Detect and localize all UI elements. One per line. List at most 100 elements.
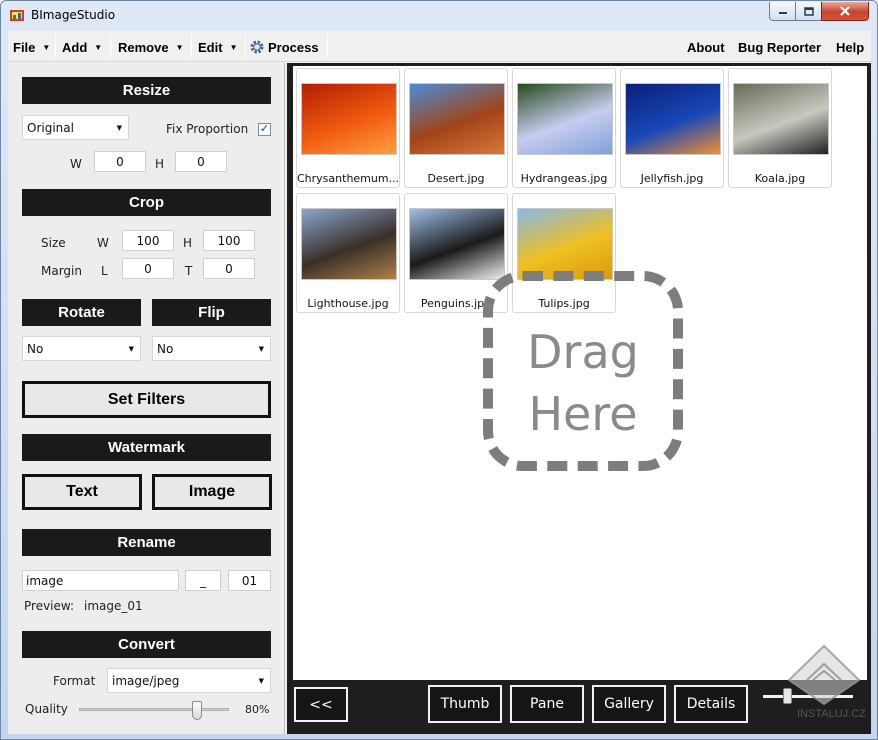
drop-zone-line-2: Here bbox=[528, 387, 638, 441]
thumbnail-caption: Jellyfish.jpg bbox=[640, 172, 704, 185]
thumbnail-item[interactable]: Koala.jpg bbox=[728, 68, 832, 188]
thumbnail-gallery[interactable]: Chrysanthemum... Desert.jpg Hydrangeas.jpg… bbox=[293, 66, 867, 680]
app-window: BImageStudio File ▼ Add ▼ Remove ▼ Edit ▼ bbox=[0, 0, 878, 740]
gear-icon bbox=[250, 40, 264, 54]
flip-select[interactable]: No ▼ bbox=[152, 336, 271, 361]
thumbnail-image bbox=[625, 83, 721, 155]
thumbnail-image bbox=[409, 208, 505, 280]
resize-mode-select[interactable]: Original ▼ bbox=[22, 115, 129, 140]
drop-zone-text: Drag Here bbox=[493, 321, 673, 445]
site-watermark: INSTALUJ.CZ bbox=[785, 644, 866, 726]
format-select[interactable]: image/jpeg ▼ bbox=[107, 668, 271, 693]
fix-proportion-label: Fix Proportion bbox=[166, 122, 249, 136]
thumbnail-item[interactable]: Jellyfish.jpg bbox=[620, 68, 724, 188]
thumbnail-caption: Lighthouse.jpg bbox=[307, 297, 389, 310]
menu-edit[interactable]: Edit ▼ bbox=[198, 38, 237, 56]
menu-separator bbox=[110, 35, 111, 58]
rotate-value: No bbox=[27, 341, 44, 356]
rename-separator-input[interactable]: _ bbox=[185, 570, 221, 591]
fix-proportion-checkbox[interactable]: ✓ bbox=[258, 123, 271, 136]
resize-height-input[interactable]: 0 bbox=[175, 151, 227, 172]
watermark-header: Watermark bbox=[22, 434, 271, 461]
thumbnail-image bbox=[301, 83, 397, 155]
resize-w-label: W bbox=[70, 157, 82, 171]
menu-bug-reporter[interactable]: Bug Reporter bbox=[738, 38, 821, 56]
thumbnail-image bbox=[733, 83, 829, 155]
close-button[interactable] bbox=[821, 2, 869, 21]
thumbnail-caption: Koala.jpg bbox=[754, 172, 806, 185]
crop-h-label: H bbox=[183, 236, 193, 250]
thumbnail-image bbox=[517, 83, 613, 155]
rename-name-input[interactable]: image bbox=[22, 570, 179, 591]
menu-remove[interactable]: Remove ▼ bbox=[118, 38, 184, 56]
chevron-down-icon: ▼ bbox=[128, 345, 134, 353]
crop-width-input[interactable]: 100 bbox=[122, 230, 174, 251]
menu-separator bbox=[327, 35, 328, 58]
menu-about[interactable]: About bbox=[687, 38, 725, 56]
watermark-image-button[interactable]: Image bbox=[152, 474, 272, 510]
chevron-down-icon: ▼ bbox=[229, 42, 238, 52]
menu-process-label: Process bbox=[268, 39, 319, 55]
minimize-button[interactable] bbox=[769, 2, 796, 21]
maximize-button[interactable] bbox=[795, 2, 822, 21]
watermark-text: INSTALUJ.CZ bbox=[797, 708, 866, 720]
menu-help-label: Help bbox=[836, 39, 865, 55]
view-details-button[interactable]: Details bbox=[674, 685, 748, 723]
settings-panel: Resize Original ▼ Fix Proportion ✓ W 0 H… bbox=[8, 63, 285, 734]
thumbnail-item[interactable]: Desert.jpg bbox=[404, 68, 508, 188]
quality-slider-thumb[interactable] bbox=[192, 701, 202, 720]
thumbnail-item[interactable]: Hydrangeas.jpg bbox=[512, 68, 616, 188]
watermark-text-button[interactable]: Text bbox=[22, 474, 142, 510]
crop-top-input[interactable]: 0 bbox=[203, 258, 255, 279]
menu-add[interactable]: Add ▼ bbox=[62, 38, 102, 56]
rotate-select[interactable]: No ▼ bbox=[22, 336, 141, 361]
resize-width-input[interactable]: 0 bbox=[94, 151, 146, 172]
thumbnail-caption: Desert.jpg bbox=[427, 172, 485, 185]
crop-margin-label: Margin bbox=[41, 264, 82, 278]
rename-number-input[interactable]: 01 bbox=[228, 570, 271, 591]
menu-bug-reporter-label: Bug Reporter bbox=[738, 39, 822, 55]
chevron-down-icon: ▼ bbox=[258, 677, 264, 685]
menu-about-label: About bbox=[687, 39, 725, 55]
flip-value: No bbox=[157, 341, 174, 356]
collapse-panel-button[interactable]: << bbox=[294, 687, 348, 722]
menu-help[interactable]: Help bbox=[836, 38, 864, 56]
app-icon bbox=[10, 10, 24, 21]
menu-edit-label: Edit bbox=[198, 39, 223, 55]
thumbnail-item[interactable]: Chrysanthemum... bbox=[296, 68, 400, 188]
resize-h-label: H bbox=[155, 157, 165, 171]
view-gallery-button[interactable]: Gallery bbox=[592, 685, 666, 723]
menu-process[interactable]: Process bbox=[249, 38, 319, 56]
flip-header: Flip bbox=[152, 299, 271, 326]
menu-separator bbox=[191, 35, 192, 58]
crop-size-label: Size bbox=[41, 236, 66, 250]
quality-slider[interactable] bbox=[79, 701, 229, 720]
chevron-down-icon: ▼ bbox=[116, 124, 122, 132]
thumbnail-caption: Hydrangeas.jpg bbox=[520, 172, 608, 185]
thumbnail-item[interactable]: Lighthouse.jpg bbox=[296, 193, 400, 313]
chevron-down-icon: ▼ bbox=[94, 42, 103, 52]
image-viewer: Chrysanthemum... Desert.jpg Hydrangeas.jpg… bbox=[287, 63, 871, 734]
crop-left-input[interactable]: 0 bbox=[122, 258, 174, 279]
rename-preview-label: Preview: bbox=[24, 599, 75, 613]
set-filters-button[interactable]: Set Filters bbox=[22, 381, 271, 418]
menu-file[interactable]: File ▼ bbox=[13, 38, 50, 56]
format-label: Format bbox=[53, 674, 96, 688]
quality-label: Quality bbox=[25, 702, 68, 716]
rename-preview-value: image_01 bbox=[84, 599, 143, 613]
crop-header: Crop bbox=[22, 189, 271, 216]
client-area: File ▼ Add ▼ Remove ▼ Edit ▼ Process About B… bbox=[8, 31, 871, 734]
crop-height-input[interactable]: 100 bbox=[203, 230, 255, 251]
window-title: BImageStudio bbox=[31, 8, 116, 22]
rotate-header: Rotate bbox=[22, 299, 141, 326]
view-thumb-button[interactable]: Thumb bbox=[428, 685, 502, 723]
thumbnail-image bbox=[409, 83, 505, 155]
drop-zone[interactable]: Drag Here bbox=[483, 271, 683, 471]
crop-t-label: T bbox=[185, 264, 193, 278]
thumbnail-caption: Chrysanthemum... bbox=[297, 172, 399, 185]
view-pane-button[interactable]: Pane bbox=[510, 685, 584, 723]
checkmark-icon: ✓ bbox=[259, 123, 270, 135]
watermark-logo bbox=[787, 644, 861, 706]
chevron-down-icon: ▼ bbox=[42, 42, 51, 52]
menu-separator bbox=[245, 35, 246, 58]
